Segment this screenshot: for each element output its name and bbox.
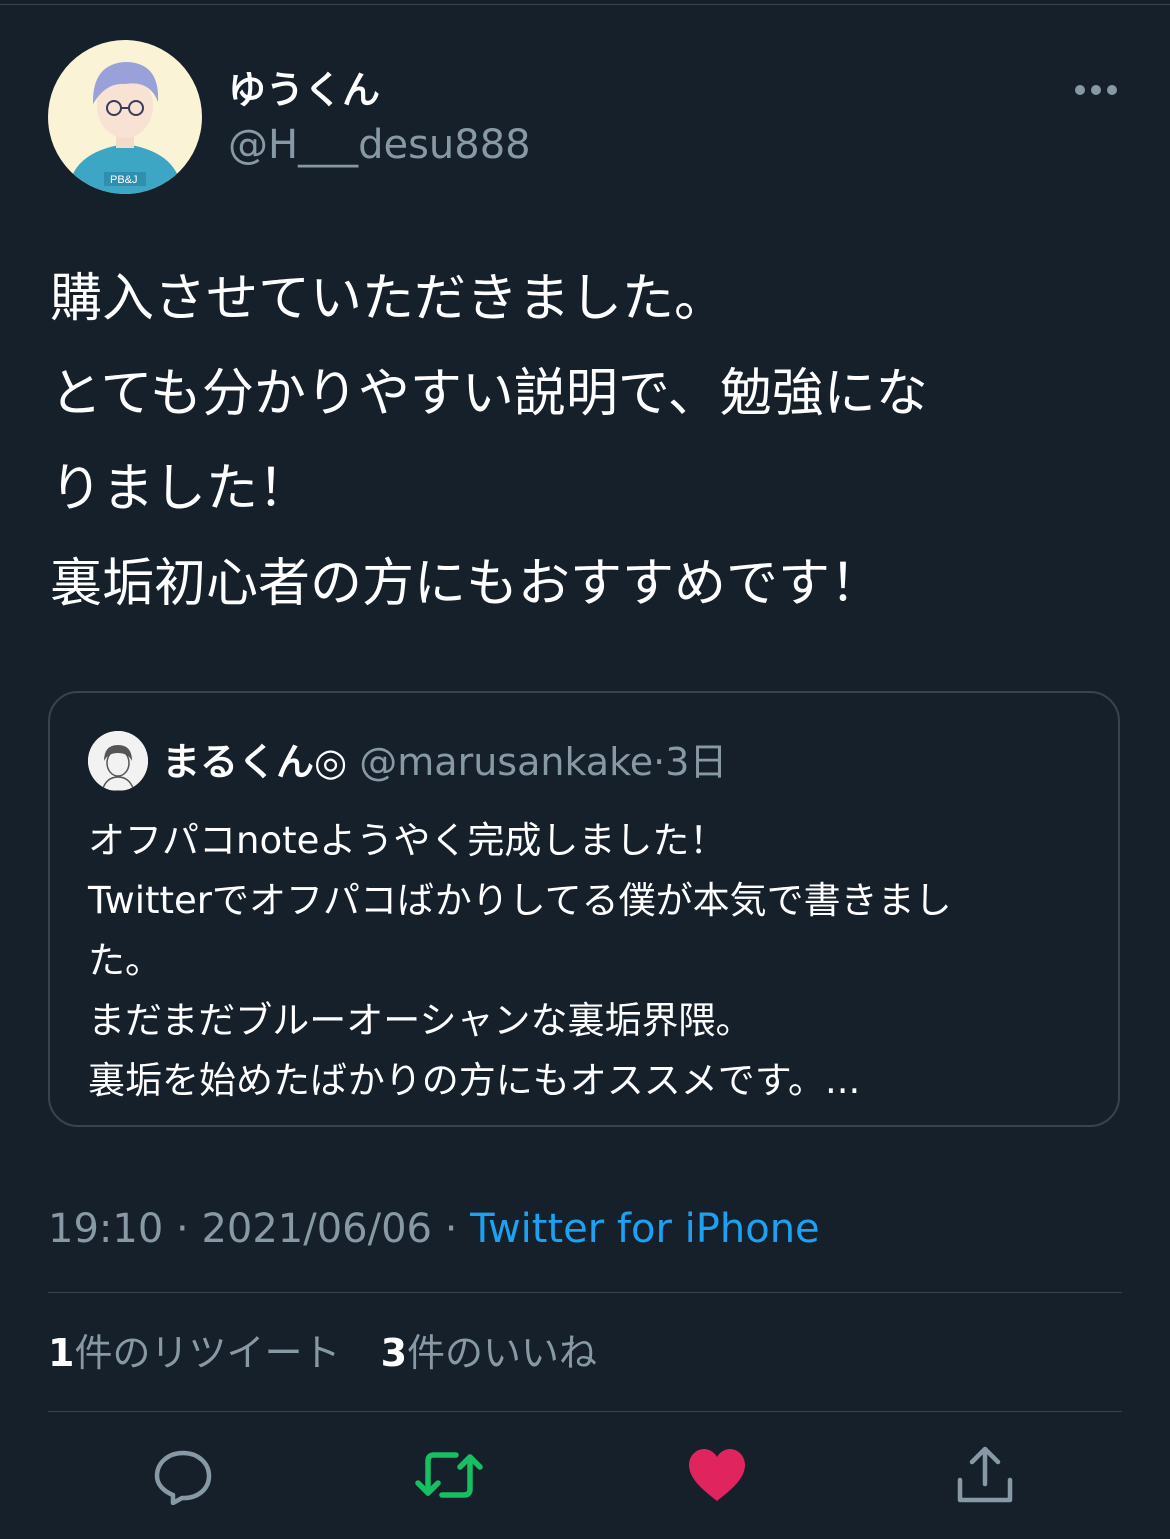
author-display-name[interactable]: ゆうくん — [228, 66, 380, 114]
quoted-text-line: Twitterでオフパコばかりしてる僕が本気で書きまし — [88, 879, 952, 922]
stats-top-divider — [48, 1292, 1122, 1293]
top-separator — [0, 4, 1170, 5]
author-avatar[interactable]: PB&J — [48, 40, 202, 194]
tweet-text-line: とても分かりやすい説明で、勉強にな — [50, 364, 928, 424]
quoted-tweet-card[interactable]: まるくん◎ @marusankake·3日 オフパコnoteようやく完成しました… — [48, 691, 1120, 1127]
reply-icon[interactable] — [148, 1440, 218, 1510]
timestamp-separator: · — [176, 1206, 189, 1252]
engagement-stats: 1件のリツイート 3件のいいね — [48, 1327, 625, 1379]
svg-text:PB&J: PB&J — [110, 174, 138, 186]
like-label: 件のいいね — [407, 1331, 598, 1375]
quoted-author-badge: ◎ — [314, 740, 348, 784]
tweet-text-line: 裏垢初心者の方にもおすすめです！ — [50, 554, 883, 614]
tweet-date: 2021/06/06 — [201, 1206, 432, 1252]
quoted-text-line: オフパコnoteようやく完成しました！ — [88, 819, 727, 862]
tweet-time: 19:10 — [48, 1206, 164, 1252]
author-handle[interactable]: @H___desu888 — [228, 120, 531, 170]
like-stat[interactable]: 3件のいいね — [381, 1331, 597, 1375]
quoted-tweet-age: 3日 — [665, 740, 728, 784]
quoted-separator: · — [653, 740, 666, 784]
heart-icon[interactable] — [682, 1440, 752, 1510]
quoted-text-line: まだまだブルーオーシャンな裏垢界隈。 — [88, 999, 753, 1042]
like-count: 3 — [380, 1331, 408, 1375]
quoted-author-avatar — [88, 731, 148, 791]
share-icon[interactable] — [950, 1440, 1020, 1510]
tweet-client-link[interactable]: Twitter for iPhone — [470, 1206, 820, 1252]
tweet-text: 購入させていただきました。 とても分かりやすい説明で、勉強にな りました！ 裏垢… — [50, 252, 1130, 632]
quoted-tweet-header: まるくん◎ @marusankake·3日 — [162, 737, 727, 787]
quoted-text-line: 裏垢を始めたばかりの方にもオススメです。... — [88, 1059, 861, 1102]
retweet-stat[interactable]: 1件のリツイート — [48, 1331, 340, 1375]
retweet-label: 件のリツイート — [74, 1331, 341, 1375]
retweet-icon[interactable] — [414, 1440, 484, 1510]
stats-bottom-divider — [48, 1411, 1122, 1412]
retweet-count: 1 — [48, 1331, 75, 1375]
quoted-author-name: まるくん — [162, 740, 315, 784]
more-options-icon[interactable] — [1066, 70, 1126, 110]
tweet-timestamp: 19:10 · 2021/06/06 · Twitter for iPhone — [48, 1203, 820, 1255]
tweet-text-line: りました！ — [50, 459, 311, 519]
quoted-text-line: た。 — [88, 939, 162, 982]
quoted-author-handle: @marusankake — [359, 740, 654, 784]
timestamp-separator: · — [444, 1206, 458, 1252]
tweet-text-line: 購入させていただきました。 — [50, 269, 727, 329]
quoted-tweet-text: オフパコnoteようやく完成しました！ Twitterでオフパコばかりしてる僕が… — [88, 811, 1088, 1111]
